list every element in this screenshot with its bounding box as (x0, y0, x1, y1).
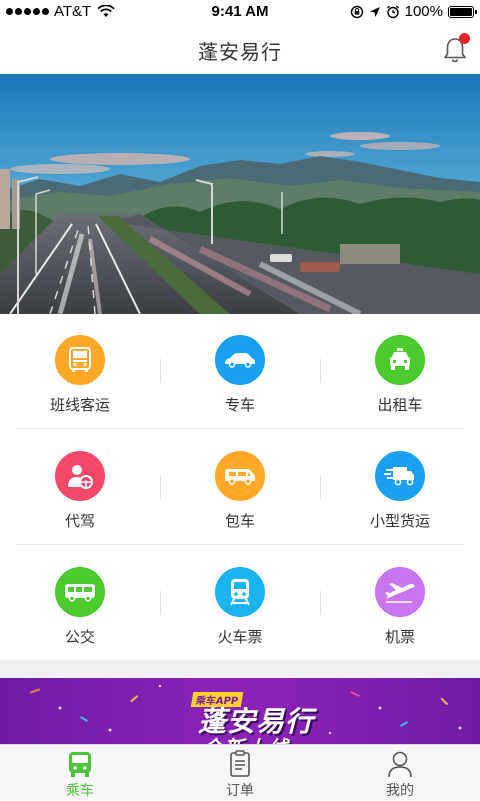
bus-icon (69, 752, 91, 777)
train-icon (215, 567, 265, 617)
service-label: 包车 (224, 512, 255, 530)
service-label: 代驾 (64, 512, 95, 530)
service-train-ticket[interactable]: 火车票 (160, 546, 320, 661)
banner-carousel[interactable] (0, 74, 480, 314)
service-row: 代驾 包车 小型货运 (0, 430, 480, 545)
promo-banner[interactable]: 乘车APP 蓬安易行 全新上线 (0, 678, 480, 744)
banner-image-highway (0, 74, 480, 314)
user-icon (388, 751, 412, 778)
battery-icon (448, 5, 477, 18)
service-label: 专车 (224, 396, 255, 414)
city-bus-icon (55, 567, 105, 617)
service-row: 公交 火车票 机票 (0, 546, 480, 661)
service-label: 出租车 (377, 396, 423, 414)
service-private-car[interactable]: 专车 (160, 314, 320, 429)
tab-label: 我的 (386, 783, 414, 799)
status-bar: AT&T 9:41 AM 100% (0, 0, 480, 24)
service-label: 班线客运 (49, 396, 110, 414)
service-label: 机票 (384, 628, 415, 646)
location-arrow-icon (369, 6, 380, 17)
tab-ride[interactable]: 乘车 (0, 745, 160, 801)
section-gap (0, 660, 480, 678)
car-icon (215, 335, 265, 385)
service-grid: 班线客运 专车 出租车 代驾 包车 小型货运 公交 火车票 机票 (0, 314, 480, 660)
tab-orders[interactable]: 订单 (160, 745, 320, 801)
tab-label: 乘车 (66, 783, 94, 799)
tab-label: 订单 (226, 783, 254, 799)
status-right-group: 100% (350, 3, 477, 20)
van-icon (215, 451, 265, 501)
battery-percent: 100% (404, 3, 443, 20)
service-taxi[interactable]: 出租车 (320, 314, 480, 429)
alarm-icon (386, 5, 399, 18)
service-air-ticket[interactable]: 机票 (320, 546, 480, 661)
service-small-freight[interactable]: 小型货运 (320, 430, 480, 545)
service-intercity-bus[interactable]: 班线客运 (0, 314, 160, 429)
tab-bar: 乘车 订单 我的 (0, 744, 480, 800)
page-title: 蓬安易行 (198, 40, 282, 64)
order-icon (230, 750, 250, 777)
promo-subline: 全新上线 (202, 732, 290, 744)
service-label: 小型货运 (369, 512, 430, 530)
taxi-icon (375, 335, 425, 385)
rotation-lock-icon (350, 5, 363, 18)
nav-bar: 蓬安易行 (0, 24, 480, 74)
tab-profile[interactable]: 我的 (320, 745, 480, 801)
notification-button[interactable] (442, 33, 470, 64)
truck-icon (375, 451, 425, 501)
service-label: 公交 (64, 628, 95, 646)
service-row: 班线客运 专车 出租车 (0, 314, 480, 429)
service-charter[interactable]: 包车 (160, 430, 320, 545)
service-city-bus[interactable]: 公交 (0, 546, 160, 661)
notification-badge (459, 33, 470, 44)
plane-icon (375, 567, 425, 617)
driver-icon (55, 451, 105, 501)
bus-icon (55, 335, 105, 385)
service-label: 火车票 (217, 628, 263, 646)
service-designated-driver[interactable]: 代驾 (0, 430, 160, 545)
